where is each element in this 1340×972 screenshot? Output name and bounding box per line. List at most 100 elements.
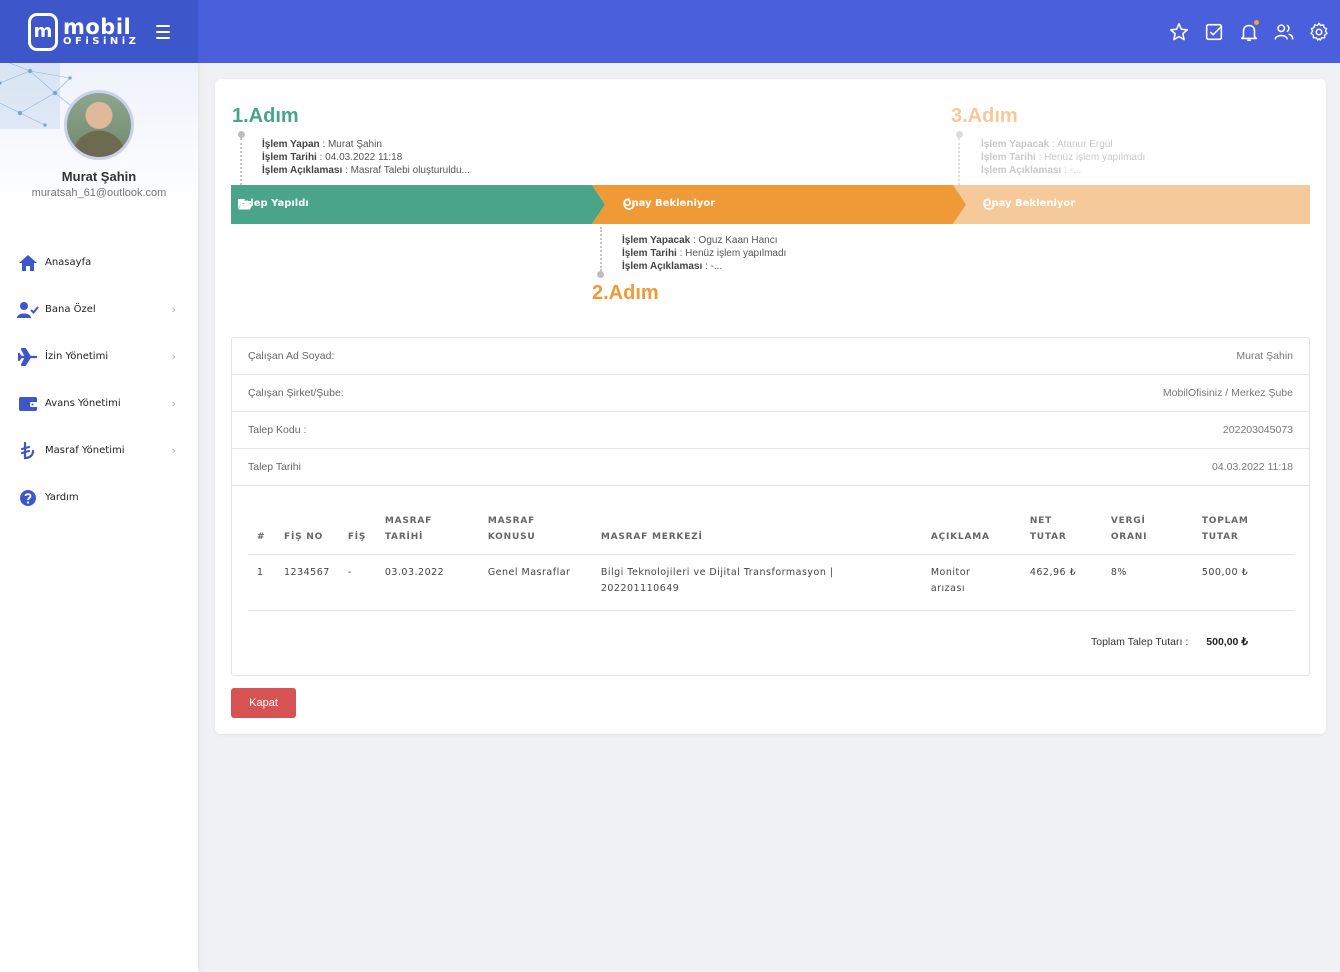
col-header-fis: FİŞ: [338, 513, 376, 555]
detail-label: Çalışan Şirket/Şube:: [248, 387, 344, 399]
detail-row-request-code: Talep Kodu : 202203045073: [232, 412, 1309, 449]
chevron-right-icon: ›: [171, 444, 176, 457]
step3-description-label: İşlem Açıklaması: [981, 165, 1062, 176]
cell-masraf-merkezi: Bilgi Teknolojileri ve Dijital Transform…: [591, 554, 922, 611]
sidebar-item-yardim[interactable]: Yardım: [0, 474, 198, 521]
step2-title: 2.Adım: [592, 282, 659, 304]
top-bar-actions: [1168, 20, 1330, 43]
chevron-right-icon: ›: [171, 397, 176, 410]
cell-masraf-konusu: Genel Masraflar: [478, 554, 592, 611]
logo-line2: OFiSiNiZ: [63, 35, 140, 47]
col-header-masraf-merkezi: MASRAF MERKEZİ: [591, 513, 922, 555]
sidebar-item-anasayfa[interactable]: Anasayfa: [0, 239, 198, 286]
cell-net-tutar: 462,96 ₺: [1020, 554, 1102, 611]
step3-description-value: : -...: [1061, 165, 1082, 176]
chevron-right-icon: ›: [171, 303, 176, 316]
plane-icon: [17, 347, 39, 367]
step2-performer-label: İşlem Yapacak: [622, 235, 691, 246]
total-label: Toplam Talep Tutarı :: [1091, 636, 1189, 648]
folder-open-icon: [238, 199, 253, 210]
step1-description-value: : Masraf Talebi oluşturuldu...: [342, 165, 470, 176]
step1-connector-dot: [238, 131, 245, 138]
col-header-net-tutar: NET TUTAR: [1020, 513, 1102, 555]
expense-request-card: 1.Adım İşlem Yapan : Murat Şahin İşlem T…: [215, 79, 1326, 734]
avatar[interactable]: [64, 90, 134, 160]
help-icon: [17, 488, 39, 508]
cell-fis-no: 1234567: [275, 554, 339, 611]
close-button[interactable]: Kapat: [231, 688, 296, 718]
step3-connector-line: [958, 138, 960, 185]
col-header-vergi-orani: VERGİ ORANI: [1101, 513, 1193, 555]
top-bar: [198, 0, 1340, 63]
logo[interactable]: mobil OFiSiNiZ: [63, 16, 140, 47]
step1-connector-line: [240, 138, 242, 185]
detail-row-company-branch: Çalışan Şirket/Şube: MobilOfisiniz / Mer…: [232, 375, 1309, 412]
total-request-amount: Toplam Talep Tutarı : 500,00 ₺: [1091, 636, 1248, 648]
step3-date-value: : Henüz işlem yapılmadı: [1035, 152, 1146, 163]
step2-description-label: İşlem Açıklaması: [622, 261, 703, 272]
chevron-right-icon: ›: [171, 350, 176, 363]
lira-icon: [17, 441, 39, 461]
detail-row-employee-name: Çalışan Ad Soyad: Murat Şahin: [232, 338, 1309, 375]
step3-performer-value: : Atanur Ergül: [1049, 139, 1113, 150]
col-header-fis-no: FİŞ NO: [275, 513, 339, 555]
star-icon[interactable]: [1168, 21, 1190, 43]
col-header-num: #: [248, 513, 275, 555]
sidebar-item-bana-ozel[interactable]: Bana Özel ›: [0, 286, 198, 333]
sidebar-item-label: Yardım: [45, 492, 79, 503]
detail-value: Murat Şahin: [1236, 350, 1293, 362]
detail-value: 202203045073: [1222, 424, 1293, 436]
menu-toggle-icon[interactable]: [152, 24, 171, 39]
cell-masraf-tarihi: 03.03.2022: [375, 554, 479, 611]
notification-dot: [1254, 20, 1259, 25]
sidebar-item-izin-yonetimi[interactable]: İzin Yönetimi ›: [0, 333, 198, 380]
step3-info: İşlem Yapacak : Atanur Ergül İşlem Tarih…: [981, 138, 1145, 177]
logo-mark: m: [28, 12, 58, 51]
col-header-aciklama: AÇIKLAMA: [921, 513, 1021, 555]
profile-card: Murat Şahin muratsah_61@outlook.com: [0, 63, 198, 213]
progress-step3-label: Onay Bekleniyor: [983, 198, 1075, 210]
users-icon[interactable]: [1273, 21, 1295, 43]
cell-fis: -: [338, 554, 376, 611]
sidebar-item-masraf-yonetimi[interactable]: Masraf Yönetimi ›: [0, 427, 198, 474]
step1-date-value: : 04.03.2022 11:18: [316, 152, 403, 163]
bell-icon[interactable]: [1238, 20, 1260, 43]
sidebar-item-avans-yonetimi[interactable]: Avans Yönetimi ›: [0, 380, 198, 427]
spinner-icon: [983, 198, 995, 210]
user-name: Murat Şahin: [61, 169, 137, 184]
step2-connector-dot: [597, 271, 604, 278]
step2-performer-value: : Oguz Kaan Hancı: [690, 235, 778, 246]
approval-progress-bar: Talep Yapıldı Onay Bekleniyor Onay Bekle…: [231, 185, 1310, 224]
step2-description-value: : -...: [702, 261, 723, 272]
progress-step2-label: Onay Bekleniyor: [623, 198, 715, 210]
step3-title: 3.Adım: [951, 105, 1018, 127]
settings-icon[interactable]: [1308, 21, 1330, 43]
cell-vergi-orani: 8%: [1101, 554, 1193, 611]
wallet-icon: [17, 394, 39, 414]
user-email: muratsah_61@outlook.com: [31, 187, 167, 199]
step2-date-label: İşlem Tarihi: [622, 248, 677, 259]
detail-value: 04.03.2022 11:18: [1212, 461, 1293, 473]
sidebar-item-label: Masraf Yönetimi: [45, 445, 125, 456]
expense-table: # FİŞ NO FİŞ MASRAF TARİHİ MASRAF KONUSU M…: [248, 513, 1294, 611]
cell-aciklama: Monitor arızası: [921, 554, 1021, 611]
detail-value: MobilOfisiniz / Merkez Şube: [1162, 387, 1293, 399]
step3-performer-label: İşlem Yapacak: [981, 139, 1050, 150]
col-header-masraf-tarihi: MASRAF TARİHİ: [375, 513, 479, 555]
sidebar-item-label: Avans Yönetimi: [45, 398, 121, 409]
table-row: 1 1234567 - 03.03.2022 Genel Masraflar B…: [248, 554, 1294, 611]
col-header-toplam-tutar: TOPLAM TUTAR: [1192, 513, 1294, 555]
detail-row-request-date: Talep Tarihi 04.03.2022 11:18: [232, 449, 1309, 486]
col-header-masraf-konusu: MASRAF KONUSU: [478, 513, 592, 555]
table-header-row: # FİŞ NO FİŞ MASRAF TARİHİ MASRAF KONUSU M…: [248, 513, 1294, 555]
detail-label: Talep Tarihi: [248, 461, 301, 473]
user-check-icon: [17, 300, 39, 320]
progress-step1-label: Talep Yapıldı: [238, 198, 309, 210]
checklist-icon[interactable]: [1203, 21, 1225, 43]
sidebar-item-label: Anasayfa: [45, 257, 92, 268]
step1-info: İşlem Yapan : Murat Şahin İşlem Tarihi :…: [262, 138, 470, 177]
step1-performer-value: : Murat Şahin: [319, 139, 382, 150]
step2-date-value: : Henüz işlem yapılmadı: [676, 248, 787, 259]
step2-info: İşlem Yapacak : Oguz Kaan Hancı İşlem Ta…: [622, 234, 786, 273]
step3-date-label: İşlem Tarihi: [981, 152, 1036, 163]
